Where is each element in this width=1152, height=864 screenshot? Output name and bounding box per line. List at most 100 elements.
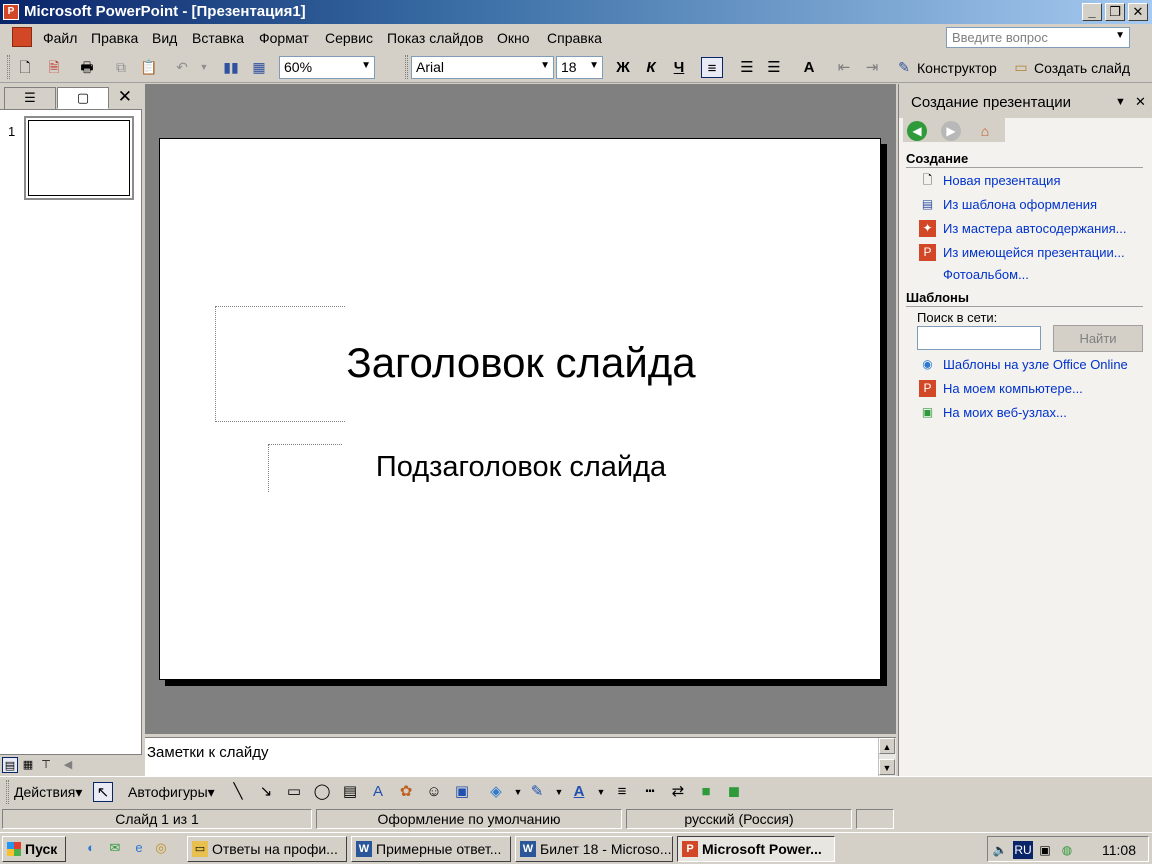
numbered-list-icon[interactable]: ☰ [736, 57, 758, 78]
slideshow-view-icon[interactable]: ⊤ [38, 757, 54, 773]
menu-tools[interactable]: Сервис [325, 30, 373, 46]
3d-icon[interactable]: ◼ [724, 782, 744, 802]
chevron-down-icon[interactable]: ▼ [508, 782, 528, 802]
permission-icon[interactable]: 🗎 [44, 57, 64, 77]
menu-insert[interactable]: Вставка [192, 30, 244, 46]
bold-button[interactable]: Ж [612, 57, 634, 78]
slide-sorter-icon[interactable]: ▦ [20, 757, 36, 773]
network-icon[interactable]: ▣ [1036, 841, 1054, 859]
dash-style-icon[interactable]: ┅ [640, 782, 660, 802]
tab-outline[interactable]: ☰ [4, 87, 56, 109]
toolbar-grip[interactable] [6, 780, 9, 804]
insert-table-icon[interactable]: ▦ [249, 57, 269, 77]
document-icon[interactable] [12, 27, 32, 47]
clipart-icon[interactable]: ☺ [424, 782, 444, 802]
tab-slides[interactable]: ▢ [57, 87, 109, 109]
scroll-down-icon[interactable]: ▼ [879, 759, 895, 775]
menu-view[interactable]: Вид [152, 30, 177, 46]
insert-chart-icon[interactable]: ▮▮ [221, 57, 241, 77]
font-color-icon[interactable]: A [569, 782, 589, 802]
restore-button[interactable]: ❐ [1105, 3, 1125, 21]
slide-title[interactable]: Заголовок слайда [160, 339, 882, 387]
chevron-down-icon[interactable]: ▼ [591, 782, 611, 802]
slide-thumbnail[interactable] [24, 116, 134, 200]
home-icon[interactable]: ⌂ [975, 121, 995, 141]
scroll-left-icon[interactable]: ◀ [60, 757, 76, 773]
slide-canvas[interactable]: Заголовок слайда Подзаголовок слайда [159, 138, 881, 680]
line-style-icon[interactable]: ≡ [612, 782, 632, 802]
line-icon[interactable]: ╲ [228, 782, 248, 802]
show-desktop-icon[interactable]: ◐ [82, 839, 100, 857]
menu-help[interactable]: Справка [547, 30, 602, 46]
print-icon[interactable]: 🖶 [77, 57, 97, 77]
rectangle-icon[interactable]: ▭ [284, 782, 304, 802]
undo-icon[interactable]: ↶ [172, 57, 192, 77]
link-my-websites[interactable]: На моих веб-узлах... [943, 405, 1067, 420]
increase-indent-icon[interactable]: ⇥ [861, 57, 883, 78]
notes-scrollbar[interactable]: ▲ ▼ [878, 738, 896, 777]
toolbar-grip[interactable] [405, 55, 408, 79]
actions-menu[interactable]: Действия▾ [14, 784, 82, 801]
increase-font-icon[interactable]: A [798, 57, 820, 78]
chevron-down-icon[interactable]: ▼ [1115, 96, 1126, 108]
taskbar-item-word-ticket[interactable]: W Билет 18 - Microso... [515, 836, 673, 862]
menu-file[interactable]: Файл [43, 30, 77, 46]
taskbar-item-powerpoint[interactable]: P Microsoft Power... [677, 836, 835, 862]
status-language[interactable]: русский (Россия) [626, 809, 852, 829]
select-arrow-icon[interactable]: ↖ [93, 782, 113, 802]
autoshapes-menu[interactable]: Автофигуры▾ [128, 784, 215, 801]
underline-button[interactable]: Ч [668, 57, 690, 78]
arrow-icon[interactable]: ↘ [256, 782, 276, 802]
oval-icon[interactable]: ◯ [312, 782, 332, 802]
close-icon[interactable]: ✕ [118, 87, 132, 107]
new-slide-icon[interactable]: ▭ [1011, 57, 1031, 77]
notes-pane[interactable]: Заметки к слайду ▲ ▼ [145, 737, 896, 777]
new-slide-button[interactable]: Создать слайд [1034, 60, 1130, 76]
find-button[interactable]: Найти [1053, 325, 1143, 352]
scroll-up-icon[interactable]: ▲ [879, 738, 895, 754]
start-button[interactable]: Пуск [2, 836, 66, 862]
toolbar-grip[interactable] [7, 55, 10, 79]
link-autocontent-wizard[interactable]: Из мастера автосодержания... [943, 221, 1126, 236]
fill-color-icon[interactable]: ◈ [486, 782, 506, 802]
menu-slideshow[interactable]: Показ слайдов [387, 30, 483, 46]
slide-subtitle[interactable]: Подзаголовок слайда [160, 451, 882, 484]
picture-icon[interactable]: ▣ [452, 782, 472, 802]
taskbar-item-folder[interactable]: ▭ Ответы на профи... [187, 836, 347, 862]
template-search-input[interactable] [917, 326, 1041, 350]
shadow-icon[interactable]: ■ [696, 782, 716, 802]
media-player-icon[interactable]: ◎ [152, 839, 170, 857]
arrow-style-icon[interactable]: ⇄ [668, 782, 688, 802]
link-my-computer[interactable]: На моем компьютере... [943, 381, 1083, 396]
link-existing-presentation[interactable]: Из имеющейся презентации... [943, 245, 1125, 260]
language-indicator[interactable]: RU [1013, 841, 1033, 859]
zoom-select[interactable]: 60% ▼ [279, 56, 375, 79]
forward-icon[interactable]: ▶ [941, 121, 961, 141]
designer-icon[interactable]: ✎ [894, 57, 914, 77]
volume-icon[interactable]: 🔈 [991, 841, 1009, 859]
help-search-input[interactable]: Введите вопрос ▼ [946, 27, 1130, 48]
taskbar-item-word-answers[interactable]: W Примерные ответ... [351, 836, 511, 862]
textbox-icon[interactable]: ▤ [340, 782, 360, 802]
line-color-icon[interactable]: ✎ [527, 782, 547, 802]
powerpoint-app-icon[interactable]: P [3, 4, 19, 20]
link-office-online-templates[interactable]: Шаблоны на узле Office Online [943, 357, 1128, 372]
status-design[interactable]: Оформление по умолчанию [316, 809, 622, 829]
antivirus-icon[interactable]: ◍ [1058, 841, 1076, 859]
italic-button[interactable]: К [640, 57, 662, 78]
copy-icon[interactable]: ⧉ [111, 57, 131, 77]
normal-view-icon[interactable]: ▤ [2, 757, 18, 773]
align-left-icon[interactable]: ≡ [701, 57, 723, 78]
minimize-button[interactable]: _ [1082, 3, 1102, 21]
diagram-icon[interactable]: ✿ [396, 782, 416, 802]
wordart-icon[interactable]: A [368, 782, 388, 802]
menu-format[interactable]: Формат [259, 30, 309, 46]
font-select[interactable]: Arial ▼ [411, 56, 554, 79]
link-photo-album[interactable]: Фотоальбом... [943, 267, 1029, 282]
back-icon[interactable]: ◀ [907, 121, 927, 141]
undo-dropdown-icon[interactable]: ▼ [194, 57, 214, 77]
paste-icon[interactable]: 📋 [139, 57, 159, 77]
new-document-icon[interactable]: 🗋 [15, 57, 35, 77]
outlook-icon[interactable]: ✉ [106, 839, 124, 857]
chevron-down-icon[interactable]: ▼ [549, 782, 569, 802]
